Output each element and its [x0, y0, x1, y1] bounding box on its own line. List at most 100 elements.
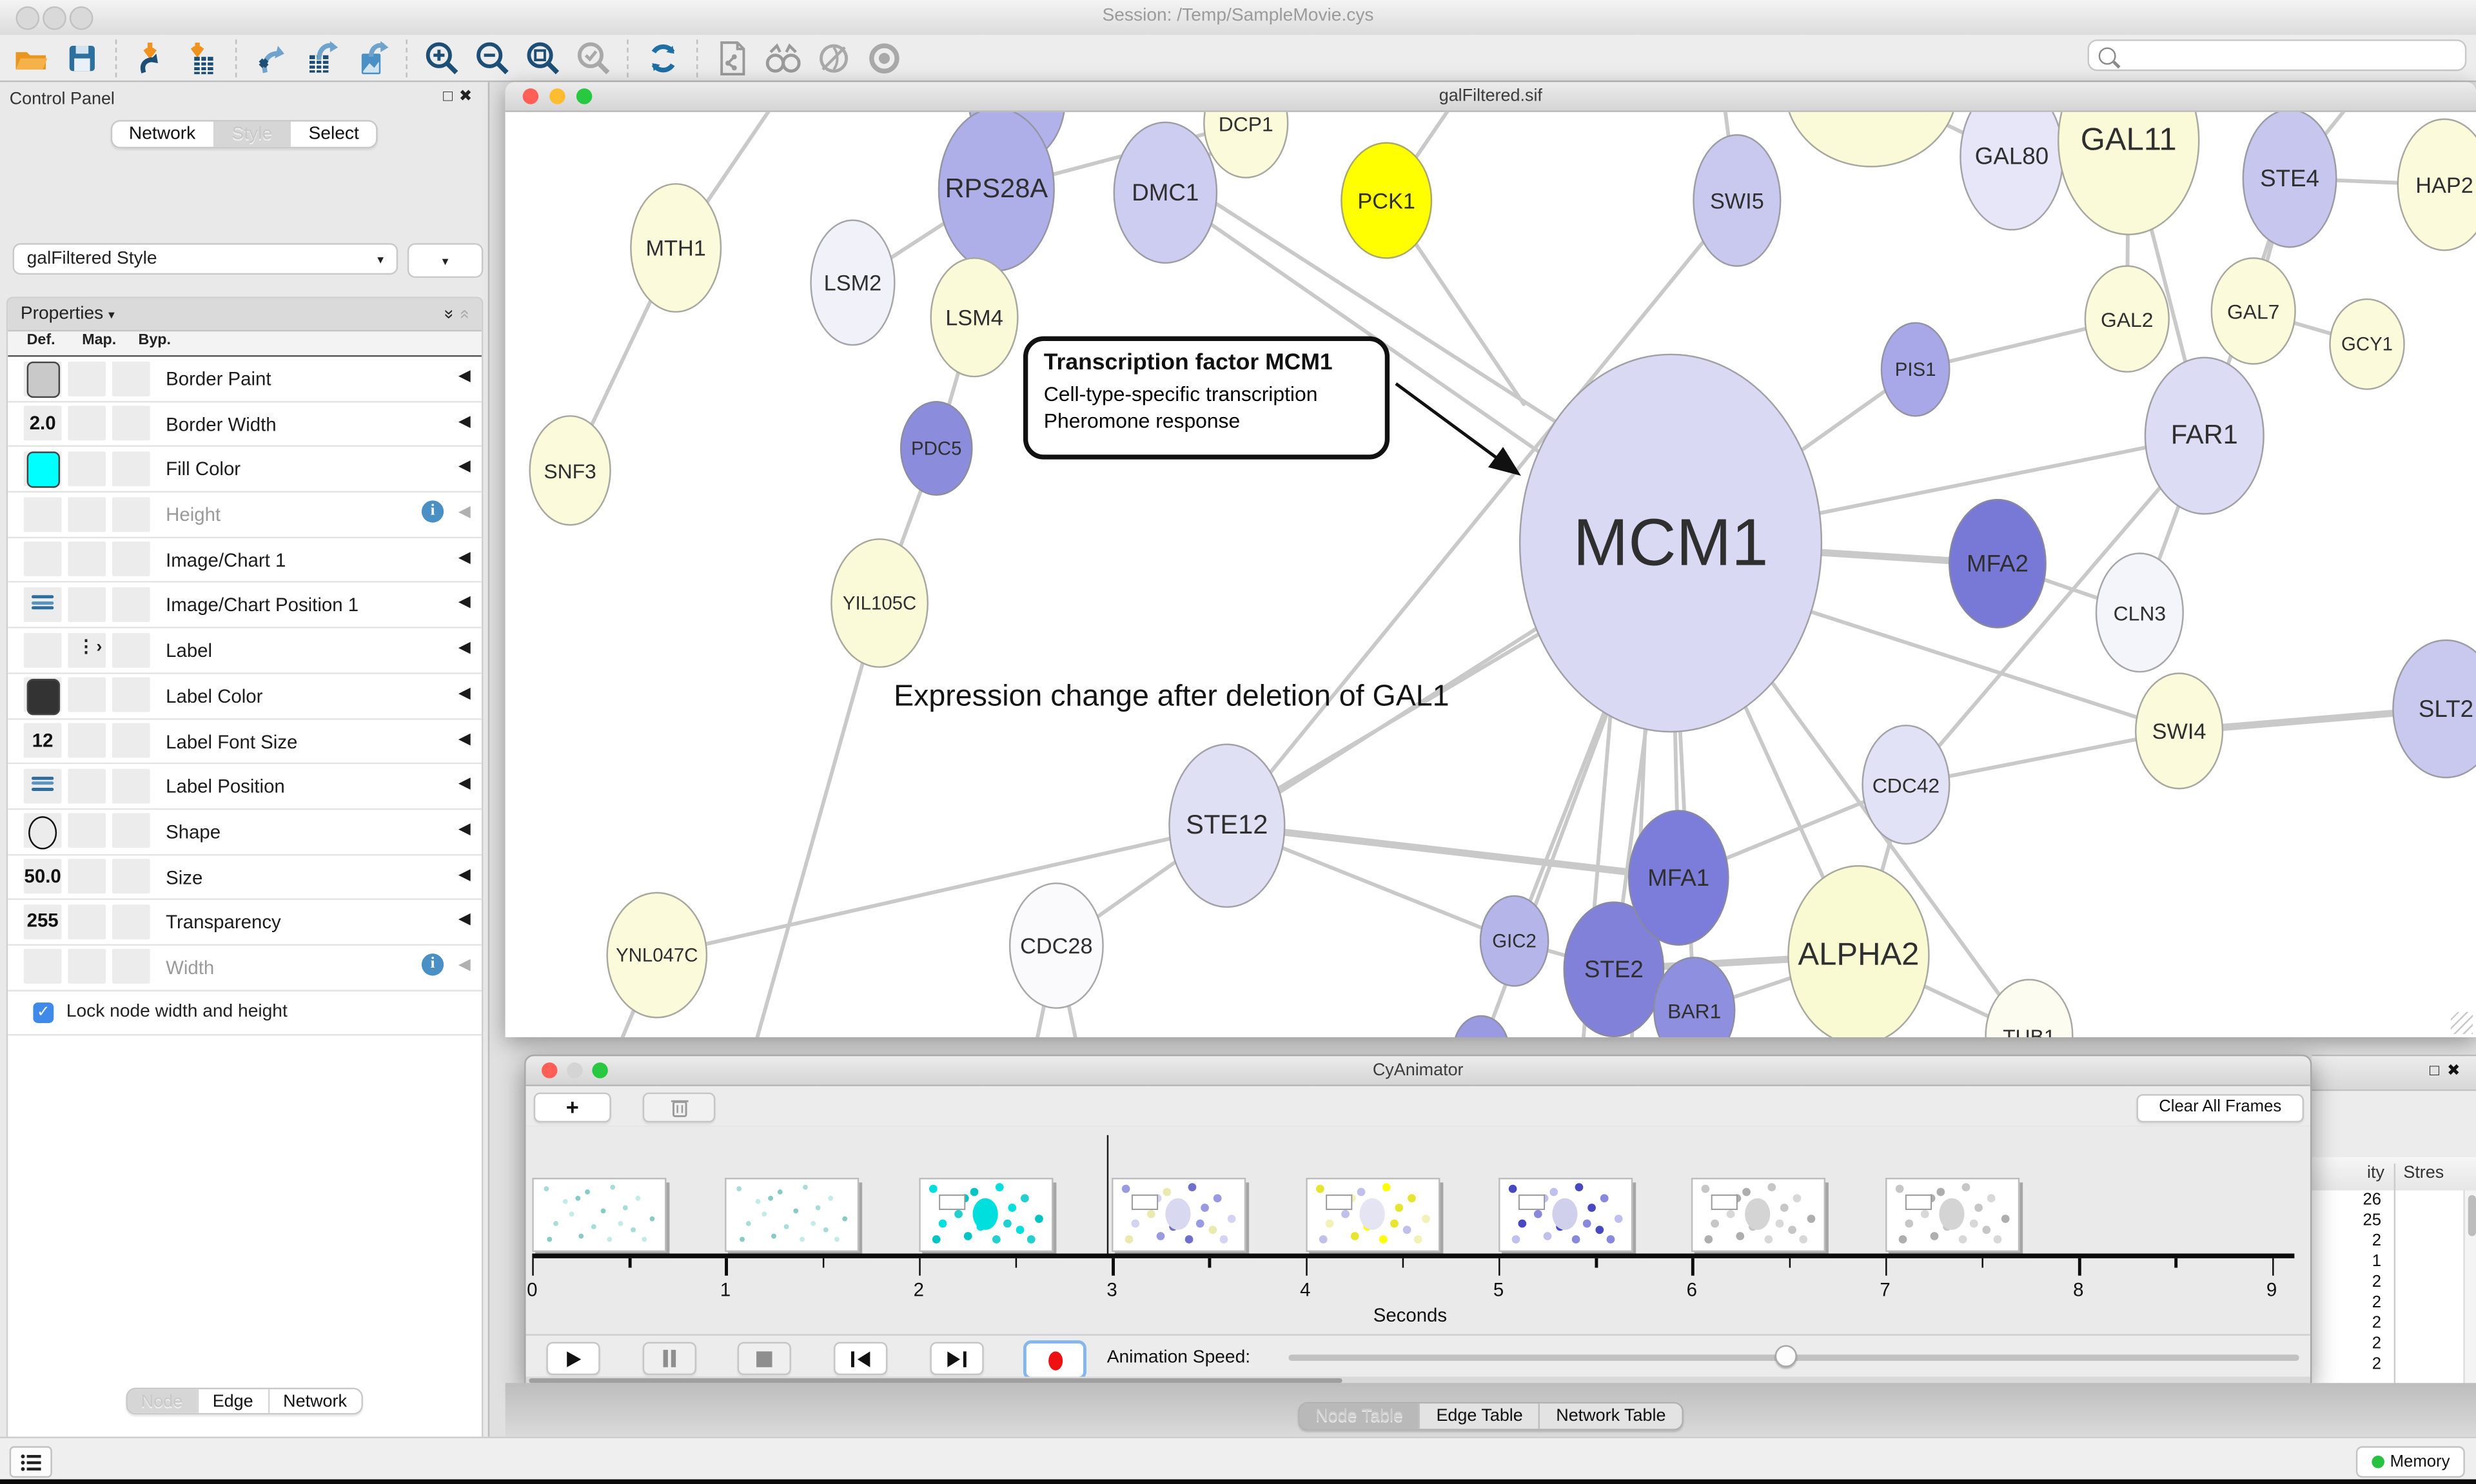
show-details-icon[interactable] [864, 39, 905, 77]
property-row-fill-color[interactable]: Fill Color◀ [8, 447, 482, 493]
zoom-selected-icon[interactable] [573, 39, 614, 77]
export-table-icon[interactable] [302, 39, 343, 77]
graph-node-swi5[interactable]: SWI5 [1693, 134, 1781, 267]
position-icon[interactable] [32, 596, 54, 613]
property-row-transparency[interactable]: 255Transparency◀ [8, 901, 482, 946]
frame-thumbnail-0[interactable] [532, 1178, 666, 1252]
frame-thumbnail-7[interactable] [1885, 1178, 2019, 1252]
add-frame-button[interactable]: + [534, 1093, 611, 1123]
zoom-out-icon[interactable] [472, 39, 513, 77]
table-panel-window-buttons[interactable]: □✖ [2430, 1062, 2468, 1080]
graph-node-dmc1[interactable]: DMC1 [1114, 122, 1218, 264]
default-value[interactable]: 255 [17, 910, 68, 932]
memory-button[interactable]: Memory [2356, 1446, 2465, 1478]
open-folder-icon[interactable] [11, 39, 52, 77]
property-row-border-width[interactable]: 2.0Border Width◀ [8, 402, 482, 447]
graph-node-ste12[interactable]: STE12 [1168, 743, 1285, 908]
default-value[interactable]: 12 [17, 728, 68, 750]
expand-row-icon[interactable]: ◀ [458, 549, 471, 567]
annotation-link[interactable]: Pheromone response [1044, 407, 1369, 434]
graph-node-pis1[interactable]: PIS1 [1881, 322, 1950, 417]
import-table-icon[interactable] [182, 39, 223, 77]
graph-node-cdc28[interactable]: CDC28 [1009, 883, 1104, 1009]
property-row-label-position[interactable]: Label Position◀ [8, 765, 482, 810]
expand-row-icon[interactable]: ◀ [458, 912, 471, 929]
save-icon[interactable] [62, 39, 103, 77]
graph-node-gal7[interactable]: GAL7 [2211, 257, 2296, 365]
frame-thumbnail-5[interactable] [1498, 1178, 1633, 1252]
graph-node-far1[interactable]: FAR1 [2145, 356, 2265, 514]
property-row-width[interactable]: Widthi◀ [8, 946, 482, 991]
tab-network[interactable]: Network [268, 1389, 361, 1413]
zoom-in-icon[interactable] [422, 39, 463, 77]
graph-node-mfa2[interactable]: MFA2 [1949, 499, 2047, 629]
annotation-box[interactable]: Transcription factor MCM1 Cell-type-spec… [1023, 337, 1390, 460]
expand-row-icon[interactable]: ◀ [458, 685, 471, 702]
expand-row-icon[interactable]: ◀ [458, 503, 471, 521]
expand-row-icon[interactable]: ◀ [458, 413, 471, 431]
record-button[interactable] [1023, 1340, 1086, 1380]
search-input[interactable] [2088, 39, 2467, 71]
export-network-icon[interactable] [251, 39, 292, 77]
network-file-icon[interactable] [712, 39, 753, 77]
style-selector[interactable]: galFiltered Style ▾ [13, 243, 398, 275]
graph-node-lsm4[interactable]: LSM4 [930, 257, 1018, 377]
clear-all-frames-button[interactable]: Clear All Frames [2136, 1094, 2304, 1122]
color-swatch[interactable] [27, 679, 60, 715]
graph-node-mfa1[interactable]: MFA1 [1628, 810, 1729, 946]
play-button[interactable] [546, 1342, 600, 1375]
binoculars-icon[interactable] [763, 39, 804, 77]
property-row-height[interactable]: Heighti◀ [8, 493, 482, 538]
graph-node-mcm1[interactable]: MCM1 [1519, 354, 1822, 733]
graph-node-ynl047c[interactable]: YNL047C [606, 892, 707, 1019]
network-canvas[interactable]: DCP1RPS28ADMC1PCK1SWI5GAL80GAL11STE4HAP2… [506, 112, 2476, 1037]
frame-thumbnail-1[interactable] [725, 1178, 860, 1252]
graph-node-lsm2[interactable]: LSM2 [810, 219, 895, 346]
ellipse-shape-icon[interactable] [28, 816, 57, 849]
delete-frame-button[interactable] [643, 1093, 716, 1123]
info-icon[interactable]: i [422, 953, 444, 975]
graph-node-swi4[interactable]: SWI4 [2135, 672, 2223, 789]
cyanimator-timeline[interactable]: 0123456789 Seconds [526, 1126, 2310, 1334]
color-swatch[interactable] [27, 362, 60, 398]
property-row-label-font-size[interactable]: 12Label Font Size◀ [8, 719, 482, 765]
animation-speed-slider-thumb[interactable] [1775, 1345, 1797, 1367]
graph-node-rps28a[interactable]: RPS28A [938, 112, 1055, 271]
expand-row-icon[interactable]: ◀ [458, 866, 471, 883]
collapse-all-icon[interactable]: » [455, 309, 473, 319]
graph-node-ste4[interactable]: STE4 [2243, 112, 2337, 248]
tab-network[interactable]: Network [112, 122, 213, 147]
graph-node-gic2[interactable]: GIC2 [1480, 895, 1549, 987]
property-row-image-chart-position-1[interactable]: Image/Chart Position 1◀ [8, 583, 482, 629]
network-window-titlebar[interactable]: galFiltered.sif [506, 82, 2476, 112]
expand-row-icon[interactable]: ◀ [458, 639, 471, 657]
property-row-label-color[interactable]: Label Color◀ [8, 674, 482, 719]
expand-row-icon[interactable]: ◀ [458, 594, 471, 612]
default-value[interactable]: 50.0 [17, 864, 68, 886]
graph-node-cln3[interactable]: CLN3 [2096, 552, 2184, 672]
import-network-icon[interactable] [131, 39, 172, 77]
expand-row-icon[interactable]: ◀ [458, 730, 471, 748]
tab-node[interactable]: Node [127, 1389, 197, 1413]
graph-node-gal2[interactable]: GAL2 [2085, 265, 2170, 373]
refresh-icon[interactable] [643, 39, 684, 77]
tab-network-table[interactable]: Network Table [1538, 1403, 1682, 1429]
graph-node-yil105c[interactable]: YIL105C [830, 538, 928, 668]
graph-node-cdc42[interactable]: CDC42 [1862, 725, 1950, 845]
graph-node-alpha2[interactable]: ALPHA2 [1787, 865, 1929, 1037]
graph-node-pck1[interactable]: PCK1 [1341, 142, 1432, 259]
skip-to-end-button[interactable] [930, 1342, 983, 1375]
property-row-image-chart-1[interactable]: Image/Chart 1◀ [8, 538, 482, 583]
style-options-button[interactable]: ▾ [408, 243, 484, 278]
expand-row-icon[interactable]: ◀ [458, 821, 471, 838]
cyanimator-titlebar[interactable]: CyAnimator [526, 1056, 2310, 1086]
expand-row-icon[interactable]: ◀ [458, 776, 471, 793]
tab-edge[interactable]: Edge [197, 1389, 267, 1413]
tab-node-table[interactable]: Node Table [1300, 1403, 1419, 1429]
stop-button[interactable] [738, 1342, 791, 1375]
expand-row-icon[interactable]: ◀ [458, 368, 471, 386]
show-panels-button[interactable] [10, 1446, 52, 1478]
default-value[interactable]: 2.0 [17, 411, 68, 433]
hide-details-icon[interactable] [813, 39, 854, 77]
lock-node-size-checkbox[interactable]: ✓ [33, 1002, 54, 1022]
